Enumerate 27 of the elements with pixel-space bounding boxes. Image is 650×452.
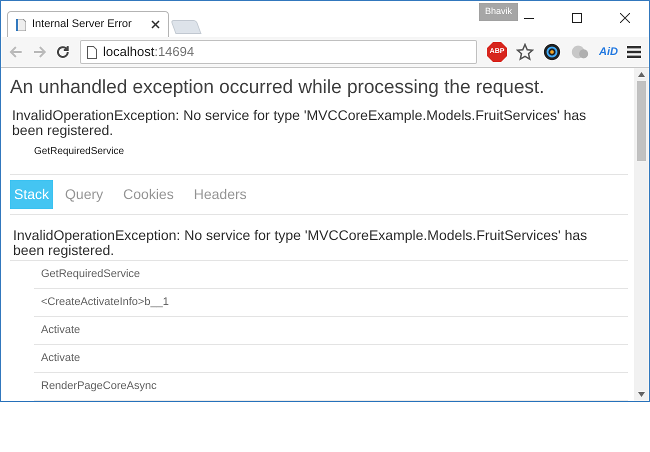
menu-icon[interactable]: [627, 45, 641, 59]
scroll-down-icon[interactable]: [638, 392, 645, 397]
lens-icon[interactable]: [543, 43, 562, 61]
address-bar[interactable]: localhost:14694: [80, 40, 478, 64]
page-icon: [16, 18, 26, 30]
page-icon: [87, 46, 98, 58]
stack-frame[interactable]: Activate: [34, 345, 628, 373]
scrollbar[interactable]: [634, 68, 649, 401]
error-location: GetRequiredService: [34, 145, 126, 159]
url-text: localhost:14694: [103, 43, 194, 62]
error-message: InvalidOperationException: No service for type 'MVCCoreExample.Models.FruitServices' has been registered.: [11, 108, 588, 138]
extension-icon[interactable]: AiD: [599, 44, 618, 60]
close-icon[interactable]: [151, 20, 160, 29]
reload-icon[interactable]: [56, 45, 70, 59]
close-icon[interactable]: [620, 13, 630, 23]
maximize-icon[interactable]: [572, 13, 582, 23]
error-heading: An unhandled exception occurred while processing the request.: [10, 76, 546, 100]
stack-frame[interactable]: Activate: [34, 317, 628, 345]
scrollbar-thumb[interactable]: [637, 81, 646, 161]
stack-frame[interactable]: GetRequiredService: [34, 261, 628, 289]
tab-title: Internal Server Error: [32, 17, 132, 32]
stack-frame[interactable]: <CreateActivateInfo>b__1: [34, 289, 628, 317]
scroll-up-icon[interactable]: [638, 72, 645, 77]
stack-message: InvalidOperationException: No service for type 'MVCCoreExample.Models.FruitServices' has been registered.: [10, 228, 628, 261]
stack-frame[interactable]: RenderPageCoreAsync: [34, 373, 628, 401]
star-icon[interactable]: [516, 43, 534, 61]
browser-tab[interactable]: Internal Server Error: [7, 11, 169, 37]
